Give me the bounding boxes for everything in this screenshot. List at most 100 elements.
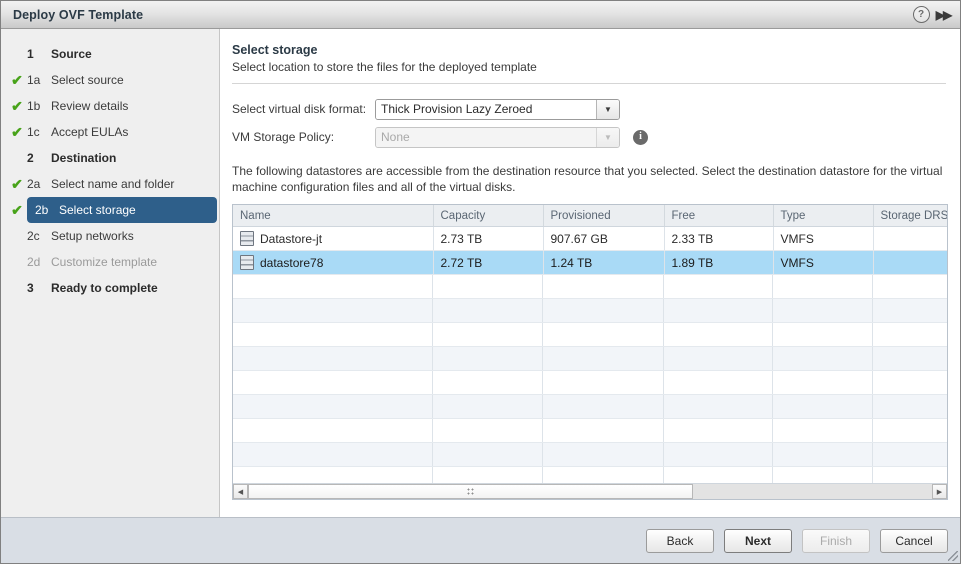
sidebar-item-ready-to-complete[interactable]: 3 Ready to complete xyxy=(1,275,219,301)
column-header-capacity[interactable]: Capacity xyxy=(433,205,544,227)
chevron-down-icon: ▼ xyxy=(596,99,619,119)
empty-cell xyxy=(543,323,664,346)
disk-format-select[interactable]: Thick Provision Lazy Zeroed ▼ xyxy=(375,98,620,120)
cell-type: VMFS xyxy=(773,226,874,251)
empty-cell xyxy=(543,419,664,442)
empty-cell xyxy=(433,275,543,298)
sidebar-item-number: 2b xyxy=(35,203,49,217)
sidebar-item-text: Accept EULAs xyxy=(51,125,129,139)
empty-cell xyxy=(773,347,873,370)
sidebar-item-destination[interactable]: 2 Destination xyxy=(1,145,219,171)
column-header-free[interactable]: Free xyxy=(664,205,774,227)
help-button[interactable]: ? xyxy=(910,4,932,26)
step-complete-check-icon: ✔ xyxy=(11,124,23,140)
empty-cell xyxy=(664,323,773,346)
empty-cell xyxy=(873,323,947,346)
column-header-storage-drs[interactable]: Storage DRS xyxy=(873,205,947,227)
column-header-name[interactable]: Name xyxy=(233,205,434,227)
sidebar-item-label: 2c Setup networks xyxy=(27,229,134,243)
cell-provisioned: 907.67 GB xyxy=(543,226,665,251)
back-button[interactable]: Back xyxy=(646,528,714,553)
empty-cell xyxy=(773,443,873,466)
scroll-right-arrow-icon[interactable]: ▶ xyxy=(932,484,947,499)
empty-cell xyxy=(873,371,947,394)
empty-cell xyxy=(664,419,773,442)
table-empty-row xyxy=(233,443,947,467)
sidebar-item-label: 2a Select name and folder xyxy=(27,177,174,191)
cell-capacity: 2.73 TB xyxy=(433,226,544,251)
empty-cell xyxy=(873,299,947,322)
empty-cell xyxy=(773,419,873,442)
step-complete-check-icon: ✔ xyxy=(11,202,23,218)
table-empty-row xyxy=(233,395,947,419)
empty-cell xyxy=(233,395,433,418)
table-body: Datastore-jt 2.73 TB 907.67 GB 2.33 TB VMFS d… xyxy=(233,226,947,275)
sidebar-item-number: 1 xyxy=(27,47,34,61)
empty-cell xyxy=(873,419,947,442)
sidebar-item-select-name-and-folder[interactable]: ✔ 2a Select name and folder xyxy=(1,171,219,197)
empty-cell xyxy=(433,347,543,370)
empty-cell xyxy=(233,299,433,322)
double-chevron-right-icon: ▶▶ xyxy=(935,7,953,22)
empty-cell xyxy=(873,443,947,466)
sidebar-item-text: Destination xyxy=(51,151,117,165)
disk-format-label: Select virtual disk format: xyxy=(232,102,367,116)
empty-cell xyxy=(543,467,664,483)
page-description: The following datastores are accessible … xyxy=(232,164,943,194)
empty-cell xyxy=(543,443,664,466)
sidebar-item-setup-networks[interactable]: 2c Setup networks xyxy=(1,223,219,249)
sidebar-item-select-storage[interactable]: 2b Select storage xyxy=(27,197,217,223)
table-empty-row xyxy=(233,323,947,347)
next-button[interactable]: Next xyxy=(724,528,792,553)
sidebar-item-text: Review details xyxy=(51,99,129,113)
empty-cell xyxy=(773,299,873,322)
empty-cell xyxy=(873,347,947,370)
scrollbar-thumb[interactable] xyxy=(248,484,693,499)
table-empty-row xyxy=(233,419,947,443)
sidebar-item-label: 2 Destination xyxy=(27,151,116,165)
empty-cell xyxy=(233,275,433,298)
sidebar-item-select-source[interactable]: ✔ 1a Select source xyxy=(1,67,219,93)
scrollbar-track[interactable] xyxy=(248,484,932,499)
sidebar-item-text: Setup networks xyxy=(51,229,134,243)
deploy-ovf-template-dialog: Deploy OVF Template ? ▶▶ 1 Source ✔ 1a Selec… xyxy=(0,0,961,564)
sidebar-item-source[interactable]: 1 Source xyxy=(1,41,219,67)
cancel-button[interactable]: Cancel xyxy=(880,528,948,553)
sidebar-selected-wrapper: ✔ 2b Select storage xyxy=(1,197,219,223)
sidebar-item-accept-eulas[interactable]: ✔ 1c Accept EULAs xyxy=(1,119,219,145)
cell-sdrs xyxy=(873,250,947,275)
table-empty-row xyxy=(233,299,947,323)
empty-cell xyxy=(433,419,543,442)
horizontal-scrollbar[interactable]: ◀ ▶ xyxy=(233,483,947,499)
column-header-type[interactable]: Type xyxy=(773,205,874,227)
info-icon[interactable]: i xyxy=(633,129,648,145)
collapse-button[interactable]: ▶▶ xyxy=(932,4,954,26)
empty-cell xyxy=(873,395,947,418)
disk-format-value: Thick Provision Lazy Zeroed xyxy=(376,99,596,119)
sidebar-item-review-details[interactable]: ✔ 1b Review details xyxy=(1,93,219,119)
sidebar-item-customize-template: 2d Customize template xyxy=(1,249,219,275)
page-title: Select storage xyxy=(232,43,318,57)
chevron-down-icon: ▼ xyxy=(596,127,619,147)
step-complete-check-icon: ✔ xyxy=(11,98,23,114)
empty-cell xyxy=(664,467,773,483)
cell-name: Datastore-jt xyxy=(233,226,434,251)
table-row[interactable]: Datastore-jt 2.73 TB 907.67 GB 2.33 TB VMFS xyxy=(233,226,947,251)
wizard-step-nav: 1 Source ✔ 1a Select source ✔ 1b Review details… xyxy=(1,29,220,517)
datastore-icon xyxy=(240,231,254,246)
table-row[interactable]: datastore78 2.72 TB 1.24 TB 1.89 TB VMFS xyxy=(233,250,947,275)
column-header-provisioned[interactable]: Provisioned xyxy=(543,205,665,227)
scroll-left-arrow-icon[interactable]: ◀ xyxy=(233,484,248,499)
empty-cell xyxy=(773,467,873,483)
empty-cell xyxy=(433,467,543,483)
sidebar-item-number: 2 xyxy=(27,151,34,165)
empty-cell xyxy=(543,275,664,298)
empty-cell xyxy=(433,323,543,346)
datastore-grid: Name Capacity Provisioned Free Type Storage D… xyxy=(233,205,947,275)
step-complete-check-icon: ✔ xyxy=(11,176,23,192)
resize-grip-icon[interactable] xyxy=(948,551,958,561)
sidebar-item-label: 2b Select storage xyxy=(35,203,136,217)
sidebar-item-text: Select name and folder xyxy=(51,177,175,191)
storage-policy-select: None ▼ xyxy=(375,126,620,148)
help-icon: ? xyxy=(912,6,930,23)
